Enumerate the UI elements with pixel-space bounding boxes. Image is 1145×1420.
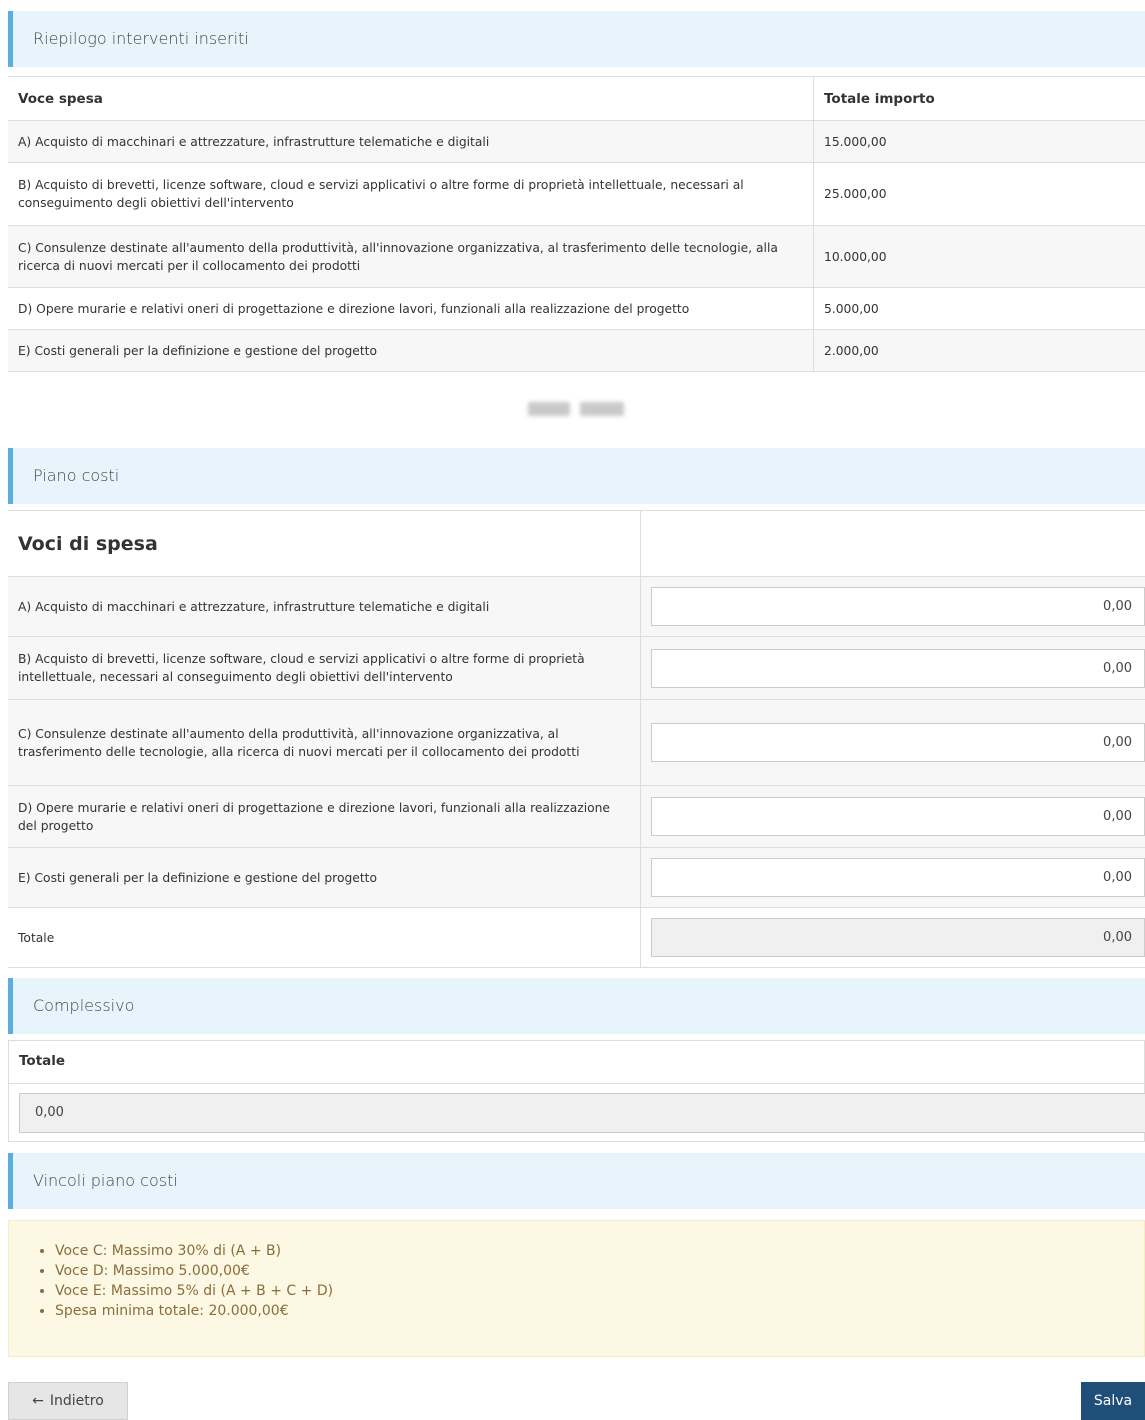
cell-importo: 15.000,00 xyxy=(824,134,887,149)
table-row: C) Consulenze destinate all'aumento dell… xyxy=(8,226,1145,288)
table-header-row: Voci di spesa xyxy=(8,511,1145,577)
cell-voce: E) Costi generali per la definizione e g… xyxy=(8,330,814,371)
table-row: A) Acquisto di macchinari e attrezzature… xyxy=(8,121,1145,163)
complessivo-totale-label: Totale xyxy=(9,1041,1144,1084)
table-row: A) Acquisto di macchinari e attrezzature… xyxy=(8,577,1145,637)
back-button[interactable]: ← Indietro xyxy=(8,1382,128,1420)
voci-di-spesa-title: Voci di spesa xyxy=(18,532,158,555)
cell-importo: 2.000,00 xyxy=(824,343,879,358)
cell-voce: C) Consulenze destinate all'aumento dell… xyxy=(8,700,641,785)
cell-voce: D) Opere murarie e relativi oneri di pro… xyxy=(8,288,814,329)
importo-input-c[interactable]: 0,00 xyxy=(651,723,1145,762)
section-header-complessivo: Complessivo xyxy=(8,978,1145,1034)
importo-input-e[interactable]: 0,00 xyxy=(651,858,1145,897)
cell-voce: A) Acquisto di macchinari e attrezzature… xyxy=(8,121,814,162)
redacted-text xyxy=(528,402,640,420)
table-row: C) Consulenze destinate all'aumento dell… xyxy=(8,700,1145,786)
cell-voce: B) Acquisto di brevetti, licenze softwar… xyxy=(8,637,641,699)
cell-importo: 10.000,00 xyxy=(824,249,887,264)
voci-di-spesa-heading: Voci di spesa xyxy=(8,511,641,576)
importo-input-a[interactable]: 0,00 xyxy=(651,587,1145,626)
riepilogo-table: Voce spesa Totale importo A) Acquisto di… xyxy=(8,76,1145,372)
cell-voce: E) Costi generali per la definizione e g… xyxy=(8,848,641,907)
section-header-piano-costi: Piano costi xyxy=(8,448,1145,504)
table-row: D) Opere murarie e relativi oneri di pro… xyxy=(8,288,1145,330)
cell-voce: D) Opere murarie e relativi oneri di pro… xyxy=(8,786,641,847)
importo-input-d[interactable]: 0,00 xyxy=(651,797,1145,836)
column-header-voce: Voce spesa xyxy=(8,77,814,120)
table-row: D) Opere murarie e relativi oneri di pro… xyxy=(8,786,1145,848)
vincoli-alert: Voce C: Massimo 30% di (A + B) Voce D: M… xyxy=(8,1220,1145,1357)
cell-voce: A) Acquisto di macchinari e attrezzature… xyxy=(8,577,641,636)
importo-input-b[interactable]: 0,00 xyxy=(651,648,1145,688)
list-item: Voce E: Massimo 5% di (A + B + C + D) xyxy=(55,1281,1144,1301)
cell-voce: C) Consulenze destinate all'aumento dell… xyxy=(8,226,814,287)
table-row: E) Costi generali per la definizione e g… xyxy=(8,330,1145,372)
cell-importo: 5.000,00 xyxy=(824,301,879,316)
table-row: B) Acquisto di brevetti, licenze softwar… xyxy=(8,637,1145,700)
table-row-totale: Totale 0,00 xyxy=(8,908,1145,968)
totale-readonly-field: 0,00 xyxy=(651,918,1145,957)
save-button[interactable]: Salva xyxy=(1081,1382,1145,1420)
list-item: Voce C: Massimo 30% di (A + B) xyxy=(55,1241,1144,1261)
column-header-importo: Totale importo xyxy=(824,90,935,107)
piano-costi-table: Voci di spesa A) Acquisto di macchinari … xyxy=(8,510,1145,968)
section-header-riepilogo: Riepilogo interventi inseriti xyxy=(8,11,1145,67)
back-button-label: Indietro xyxy=(49,1393,104,1409)
cell-importo: 25.000,00 xyxy=(824,187,887,201)
table-row: E) Costi generali per la definizione e g… xyxy=(8,848,1145,908)
list-item: Voce D: Massimo 5.000,00€ xyxy=(55,1261,1144,1281)
vincoli-list: Voce C: Massimo 30% di (A + B) Voce D: M… xyxy=(55,1241,1144,1321)
cell-voce: B) Acquisto di brevetti, licenze softwar… xyxy=(8,163,814,225)
save-button-label: Salva xyxy=(1093,1393,1133,1409)
complessivo-panel: Totale 0,00 xyxy=(8,1040,1145,1142)
table-row: B) Acquisto di brevetti, licenze softwar… xyxy=(8,163,1145,226)
list-item: Spesa minima totale: 20.000,00€ xyxy=(55,1301,1144,1321)
complessivo-totale-field: 0,00 xyxy=(19,1093,1145,1133)
arrow-left-icon: ← xyxy=(32,1393,44,1409)
empty-header-cell xyxy=(641,511,1145,576)
totale-label: Totale xyxy=(8,908,641,967)
table-header-row: Voce spesa Totale importo xyxy=(8,77,1145,121)
section-header-vincoli: Vincoli piano costi xyxy=(8,1153,1145,1209)
